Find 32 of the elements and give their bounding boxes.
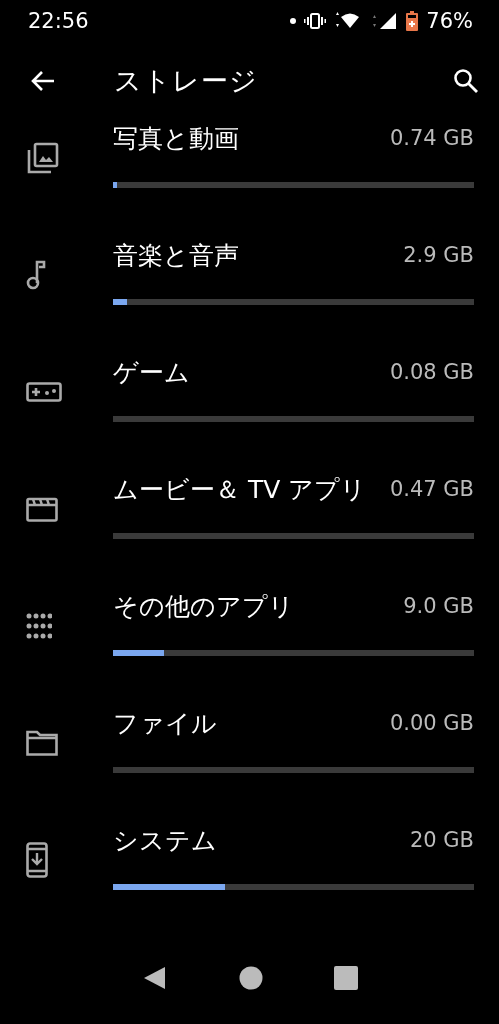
vibrate-icon — [304, 13, 327, 29]
category-name: ムービー＆ TV アプリ — [113, 474, 367, 506]
category-size: 2.9 GB — [403, 242, 474, 267]
photo-library-icon — [26, 142, 60, 174]
battery-percent: 76% — [426, 9, 473, 33]
signal-icon — [372, 12, 399, 30]
notification-dot-icon — [290, 18, 297, 24]
status-time: 22:56 — [28, 9, 89, 33]
category-size: 20 GB — [409, 827, 474, 852]
category-name: ファイル — [113, 708, 217, 740]
music-note-icon — [26, 260, 46, 290]
clapperboard-icon — [26, 496, 58, 522]
page-title: ストレージ — [114, 64, 259, 98]
gamepad-icon — [26, 382, 62, 402]
category-size: 9.0 GB — [403, 593, 474, 618]
search-button[interactable] — [453, 68, 479, 94]
category-size: 0.08 GB — [389, 359, 474, 384]
category-name: その他のアプリ — [113, 591, 294, 623]
category-name: 音楽と音声 — [113, 240, 239, 272]
category-size: 0.47 GB — [389, 476, 474, 501]
back-button[interactable] — [30, 70, 56, 92]
recents-nav-button[interactable] — [333, 966, 358, 990]
folder-icon — [26, 730, 58, 756]
category-size: 0.00 GB — [389, 710, 474, 735]
battery-icon — [406, 11, 419, 31]
apps-grid-icon — [26, 613, 52, 639]
home-nav-button[interactable] — [238, 966, 263, 990]
category-size: 0.74 GB — [389, 125, 474, 150]
category-name: ゲーム — [113, 357, 190, 389]
phone-download-icon — [26, 842, 48, 878]
category-name: システム — [113, 825, 217, 857]
category-name: 写真と動画 — [113, 123, 239, 155]
